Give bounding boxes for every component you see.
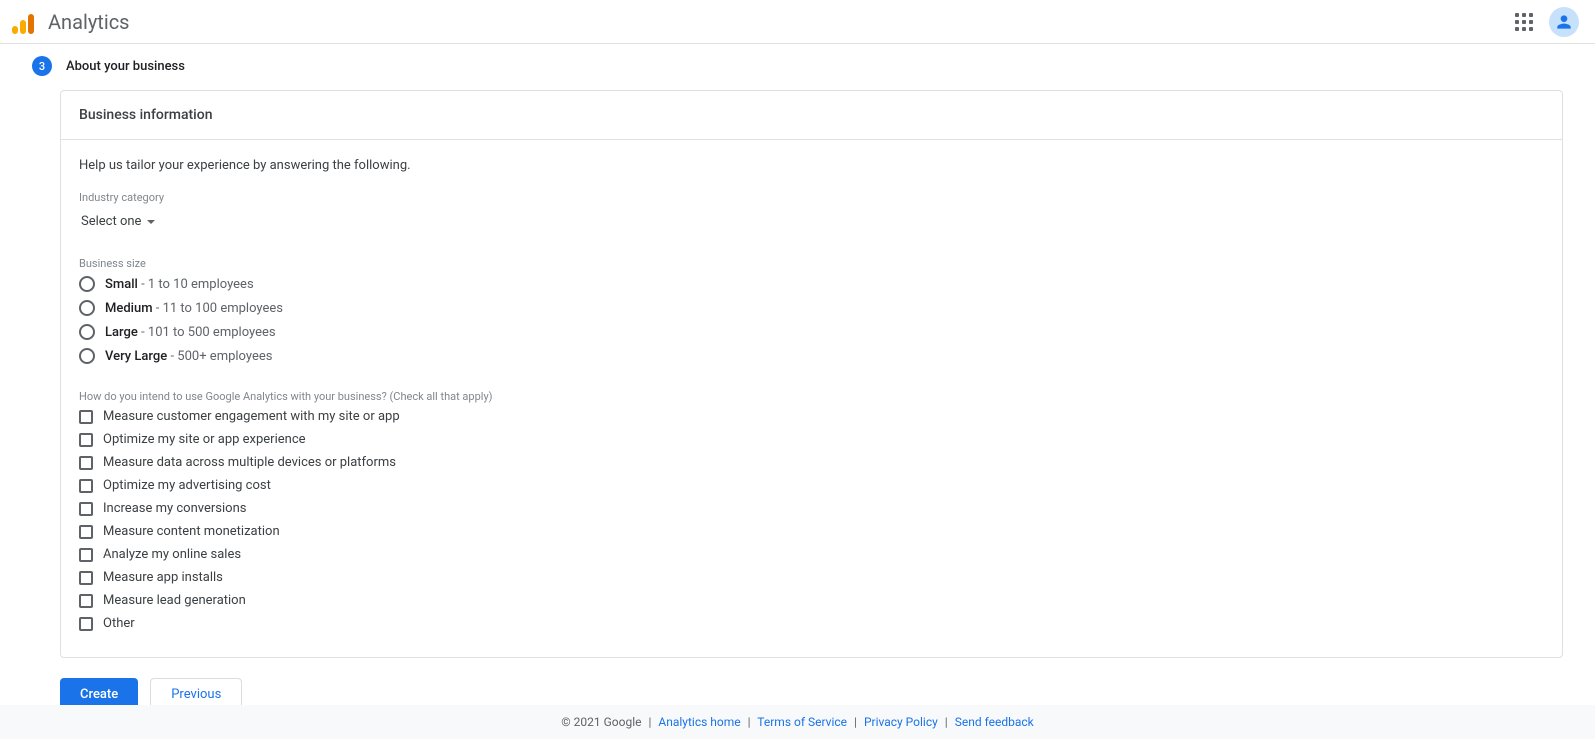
radio-large[interactable]: Large - 101 to 500 employees: [79, 324, 1544, 340]
app-title: Analytics: [48, 10, 130, 34]
checkbox-icon: [79, 433, 93, 447]
check-label: Measure content monetization: [103, 524, 280, 539]
check-label: Other: [103, 616, 135, 631]
check-label: Optimize my advertising cost: [103, 478, 271, 493]
person-icon: [1554, 12, 1574, 32]
content: 3 About your business Business informati…: [0, 44, 1595, 731]
radio-icon: [79, 348, 95, 364]
radio-icon: [79, 276, 95, 292]
checkbox-icon: [79, 594, 93, 608]
radio-label: Large - 101 to 500 employees: [105, 325, 276, 340]
radio-label: Small - 1 to 10 employees: [105, 277, 254, 292]
check-other[interactable]: Other: [79, 616, 1544, 631]
radio-icon: [79, 324, 95, 340]
checkbox-icon: [79, 617, 93, 631]
check-lead-gen[interactable]: Measure lead generation: [79, 593, 1544, 608]
checkbox-icon: [79, 571, 93, 585]
step-title: About your business: [66, 59, 185, 74]
radio-label: Very Large - 500+ employees: [105, 349, 272, 364]
check-label: Increase my conversions: [103, 501, 246, 516]
radio-icon: [79, 300, 95, 316]
app-header: Analytics: [0, 0, 1595, 44]
card-title: Business information: [61, 91, 1562, 140]
check-app-installs[interactable]: Measure app installs: [79, 570, 1544, 585]
check-engagement[interactable]: Measure customer engagement with my site…: [79, 409, 1544, 424]
check-label: Optimize my site or app experience: [103, 432, 306, 447]
analytics-logo-icon: [12, 10, 36, 34]
check-label: Measure app installs: [103, 570, 223, 585]
check-conversions[interactable]: Increase my conversions: [79, 501, 1544, 516]
apps-icon[interactable]: [1515, 13, 1533, 31]
radio-medium[interactable]: Medium - 11 to 100 employees: [79, 300, 1544, 316]
card-body: Help us tailor your experience by answer…: [61, 140, 1562, 657]
checkbox-icon: [79, 410, 93, 424]
check-ad-cost[interactable]: Optimize my advertising cost: [79, 478, 1544, 493]
industry-dropdown[interactable]: Select one: [79, 210, 157, 233]
check-label: Measure customer engagement with my site…: [103, 409, 400, 424]
check-multi-device[interactable]: Measure data across multiple devices or …: [79, 455, 1544, 470]
business-size-label: Business size: [79, 257, 1544, 270]
step-header: 3 About your business: [32, 56, 1563, 76]
header-right: [1515, 7, 1579, 37]
step-number-badge: 3: [32, 56, 52, 76]
footer: © 2021 Google | Analytics home | Terms o…: [0, 705, 1595, 739]
check-label: Measure lead generation: [103, 593, 246, 608]
checkbox-icon: [79, 502, 93, 516]
radio-very-large[interactable]: Very Large - 500+ employees: [79, 348, 1544, 364]
business-info-card: Business information Help us tailor your…: [60, 90, 1563, 658]
check-monetization[interactable]: Measure content monetization: [79, 524, 1544, 539]
check-optimize-experience[interactable]: Optimize my site or app experience: [79, 432, 1544, 447]
check-online-sales[interactable]: Analyze my online sales: [79, 547, 1544, 562]
footer-link-feedback[interactable]: Send feedback: [955, 715, 1034, 729]
industry-label: Industry category: [79, 191, 1544, 204]
card-intro: Help us tailor your experience by answer…: [79, 158, 1544, 173]
checkbox-icon: [79, 479, 93, 493]
footer-link-privacy[interactable]: Privacy Policy: [864, 715, 938, 729]
avatar[interactable]: [1549, 7, 1579, 37]
checkbox-icon: [79, 456, 93, 470]
radio-label: Medium - 11 to 100 employees: [105, 301, 283, 316]
usage-label: How do you intend to use Google Analytic…: [79, 390, 1544, 403]
industry-selected: Select one: [81, 214, 141, 229]
check-label: Measure data across multiple devices or …: [103, 455, 396, 470]
checkbox-icon: [79, 525, 93, 539]
header-left: Analytics: [12, 10, 130, 34]
footer-copyright: © 2021 Google: [561, 715, 641, 729]
checkbox-icon: [79, 548, 93, 562]
check-label: Analyze my online sales: [103, 547, 241, 562]
footer-link-home[interactable]: Analytics home: [658, 715, 740, 729]
radio-small[interactable]: Small - 1 to 10 employees: [79, 276, 1544, 292]
chevron-down-icon: [147, 220, 155, 224]
footer-link-tos[interactable]: Terms of Service: [757, 715, 847, 729]
